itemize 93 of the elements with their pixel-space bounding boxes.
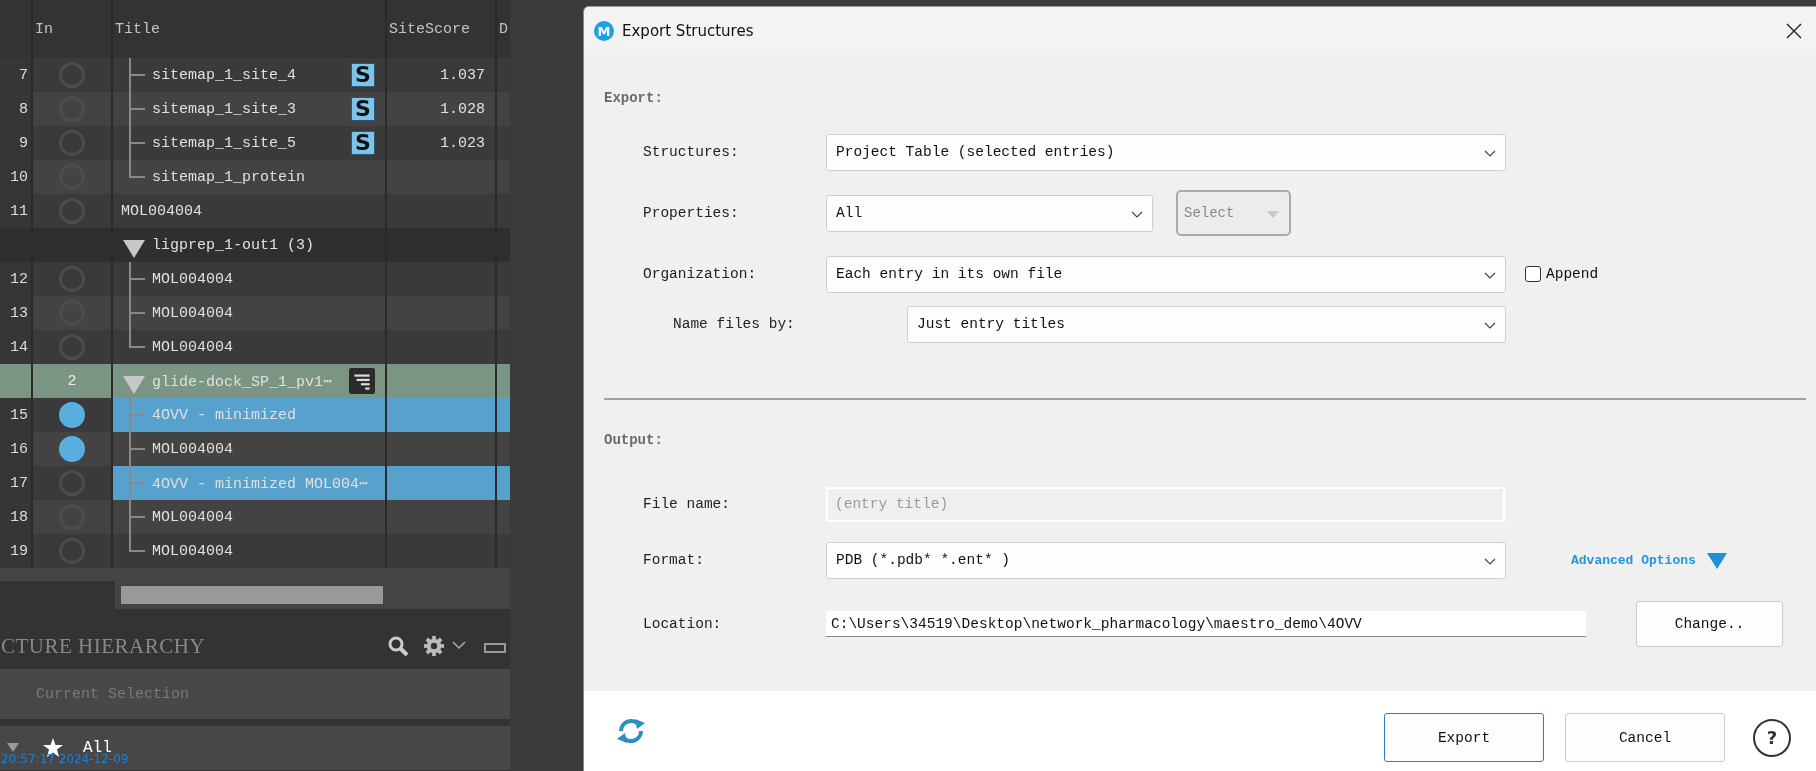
timestamp: 20:57:17 2024-12-09 xyxy=(1,752,129,766)
field-label: File name: xyxy=(643,496,730,512)
group-title: ligprep_1-out1 (3) xyxy=(152,236,315,254)
table-cell xyxy=(497,126,510,160)
location-field[interactable]: C:\Users\34519\Desktop\network_pharmacology\maestro_demo\4OVV xyxy=(826,611,1586,637)
entry-title[interactable]: MOL004004 xyxy=(152,440,233,458)
table-cell xyxy=(497,432,510,466)
chevron-down-icon xyxy=(1484,557,1496,565)
change-button[interactable]: Change.. xyxy=(1636,601,1783,647)
entry-title[interactable]: MOL004004 xyxy=(152,338,233,356)
table-cell xyxy=(497,398,510,432)
app-logo: M xyxy=(594,21,614,41)
table-cell xyxy=(0,364,33,398)
chevron-down-icon xyxy=(1484,271,1496,279)
table-cell xyxy=(497,364,510,398)
table-cell[interactable]: MOL004004 xyxy=(113,194,387,228)
table-cell xyxy=(497,534,510,568)
site-badge: S xyxy=(351,63,375,87)
column-header[interactable]: D xyxy=(499,20,508,38)
table-cell[interactable]: MOL004004 xyxy=(113,262,387,296)
field-label: Organization: xyxy=(643,266,757,282)
table-cell xyxy=(497,262,510,296)
table-cell xyxy=(497,160,510,194)
column-header[interactable]: SiteScore xyxy=(389,20,470,38)
search-icon[interactable] xyxy=(387,635,409,657)
table-cell[interactable]: sitemap_1_site_5 S xyxy=(113,126,387,160)
window-title: Export Structures xyxy=(622,22,754,40)
chevron-down-icon xyxy=(1484,149,1496,157)
table-cell xyxy=(497,330,510,364)
column-header[interactable]: Title xyxy=(115,20,160,38)
append-checkbox[interactable] xyxy=(1525,266,1541,282)
field-label: Structures: xyxy=(643,144,739,160)
table-cell[interactable]: MOL004004 xyxy=(113,432,387,466)
checkbox-label[interactable]: Append xyxy=(1546,266,1599,282)
table-cell: 2 xyxy=(33,364,113,398)
entry-title[interactable]: MOL004004 xyxy=(152,304,233,322)
table-cell[interactable]: sitemap_1_site_3 S xyxy=(113,92,387,126)
table-cell: 1.028 xyxy=(387,92,497,126)
table-cell xyxy=(497,466,510,500)
dropdown[interactable]: Project Table (selected entries) xyxy=(826,133,1506,171)
table-cell[interactable]: MOL004004 xyxy=(113,534,387,568)
entry-title[interactable]: MOL004004 xyxy=(152,270,233,288)
help-button[interactable]: ? xyxy=(1753,718,1791,757)
entry-title[interactable]: MOL004004 xyxy=(113,202,202,220)
column-header[interactable]: In xyxy=(35,20,53,38)
expand-arrow-icon[interactable] xyxy=(123,240,145,258)
chevron-down-icon xyxy=(1131,210,1143,218)
horizontal-scrollbar[interactable] xyxy=(0,568,510,609)
table-cell xyxy=(497,500,510,534)
group-title: glide-dock_SP_1_pv1⋯ xyxy=(152,372,333,391)
caret-icon xyxy=(1267,211,1279,218)
table-cell[interactable]: MOL004004 xyxy=(113,296,387,330)
chevron-down-icon xyxy=(1484,321,1496,329)
close-icon[interactable] xyxy=(1786,23,1802,39)
section-heading: Export: xyxy=(604,90,663,106)
entry-title[interactable]: sitemap_1_site_5 xyxy=(152,134,297,152)
caret-icon[interactable] xyxy=(452,641,466,649)
table-cell[interactable]: MOL004004 xyxy=(113,330,387,364)
include-toggle[interactable] xyxy=(59,402,85,428)
entry-title[interactable]: MOL004004 xyxy=(152,508,233,526)
dropdown[interactable]: All xyxy=(826,194,1153,232)
group-row[interactable]: ligprep_1-out1 (3) xyxy=(0,228,510,262)
field-label: Properties: xyxy=(643,205,739,221)
table-cell xyxy=(497,92,510,126)
list-icon[interactable] xyxy=(349,368,375,394)
table-cell xyxy=(497,194,510,228)
field-label: Location: xyxy=(643,616,722,632)
section-heading: Output: xyxy=(604,432,663,448)
dropdown[interactable]: PDB (*.pdb* *.ent* ) xyxy=(826,541,1506,579)
site-badge: S xyxy=(351,97,375,121)
triangle-down-icon[interactable] xyxy=(1707,553,1727,569)
entry-title[interactable]: sitemap_1_site_4 xyxy=(152,66,297,84)
entry-title[interactable]: sitemap_1_protein xyxy=(152,168,306,186)
dropdown[interactable]: Just entry titles xyxy=(907,305,1506,343)
include-toggle[interactable] xyxy=(59,436,85,462)
field-label: Name files by: xyxy=(673,316,795,332)
site-badge: S xyxy=(351,131,375,155)
dialog-button[interactable]: Export xyxy=(1384,713,1544,762)
field-label: Format: xyxy=(643,552,704,568)
table-cell xyxy=(497,296,510,330)
entry-title[interactable]: sitemap_1_site_3 xyxy=(152,100,297,118)
table-cell: 1.023 xyxy=(387,126,497,160)
dropdown[interactable]: Each entry in its own file xyxy=(826,255,1506,293)
table-cell[interactable]: sitemap_1_protein xyxy=(113,160,387,194)
table-cell[interactable]: sitemap_1_site_4 S xyxy=(113,58,387,92)
table-cell[interactable]: MOL004004 xyxy=(113,500,387,534)
scrollbar-thumb[interactable] xyxy=(121,586,383,604)
minimize-icon[interactable] xyxy=(484,642,506,654)
table-cell: 1.037 xyxy=(387,58,497,92)
dialog-button[interactable]: Cancel xyxy=(1565,713,1725,762)
settings-icon[interactable] xyxy=(423,635,445,657)
entry-title[interactable]: MOL004004 xyxy=(152,542,233,560)
panel-title: CTURE HIERARCHY xyxy=(1,634,206,659)
